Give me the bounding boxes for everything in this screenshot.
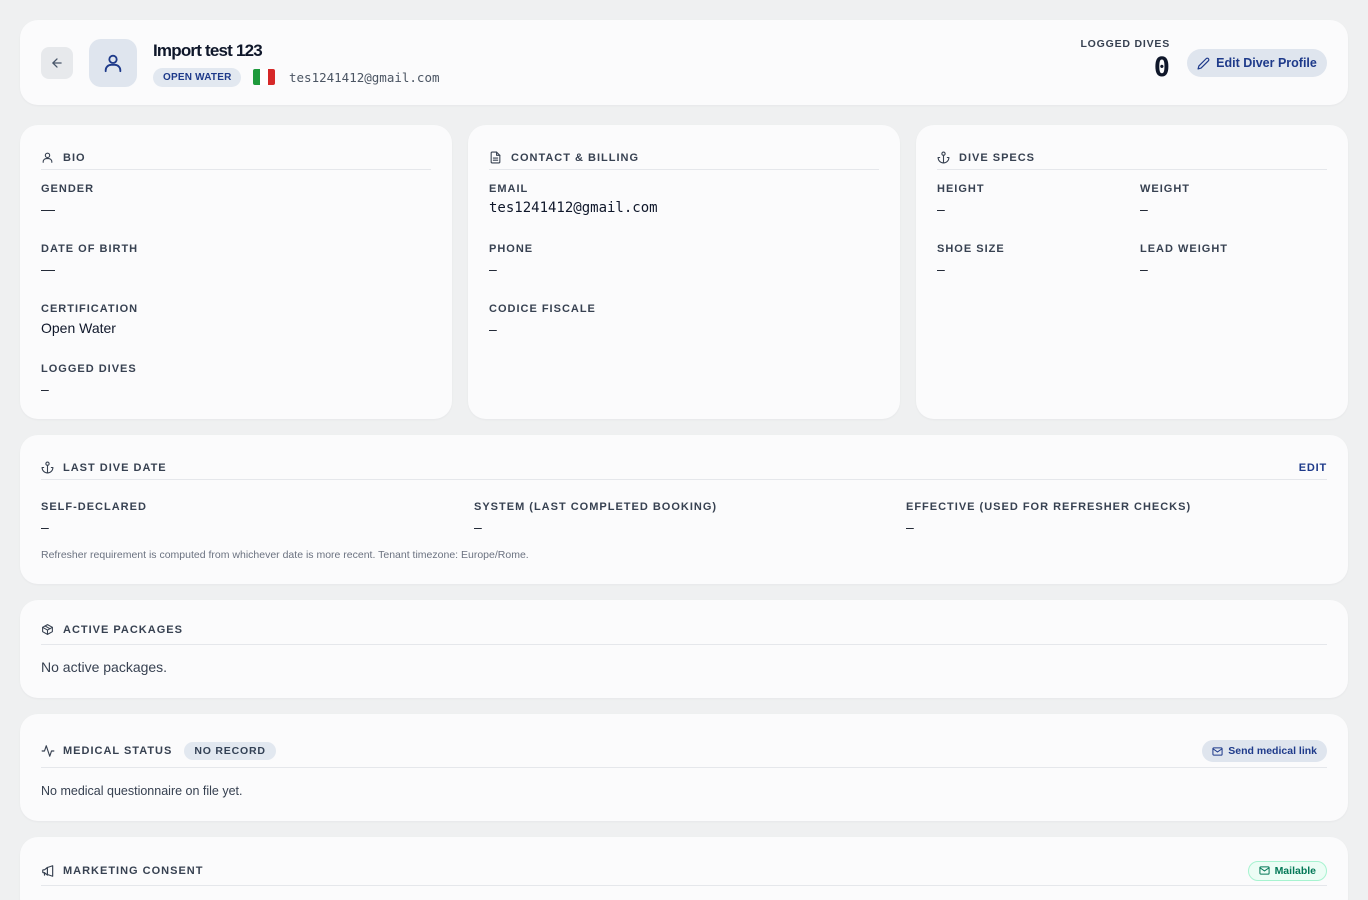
megaphone-icon <box>41 864 55 878</box>
spec-lead-weight: LEAD WEIGHT – <box>1140 243 1228 277</box>
spec-height: HEIGHT – <box>937 183 985 217</box>
bio-dob: DATE OF BIRTH — <box>41 243 139 277</box>
contact-phone: PHONE – <box>489 243 534 277</box>
header-email: tes1241412@gmail.com <box>289 70 440 85</box>
marketing-header: MARKETING CONSENT Mailable <box>41 856 1327 886</box>
mailable-label: Mailable <box>1274 864 1316 877</box>
bio-header: BIO <box>41 146 431 170</box>
arrow-left-icon <box>50 56 64 70</box>
back-button[interactable] <box>41 47 73 79</box>
contact-header: CONTACT & BILLING <box>489 146 879 170</box>
medical-status-badge: NO RECORD <box>184 742 276 760</box>
effective-date: EFFECTIVE (USED FOR REFRESHER CHECKS) – <box>906 501 1192 535</box>
contact-codice-fiscale: CODICE FISCALE – <box>489 303 596 337</box>
bio-card: BIO GENDER — DATE OF BIRTH — CERTIFICATI… <box>20 125 452 419</box>
contact-billing-card: CONTACT & BILLING EMAIL tes1241412@gmail… <box>468 125 900 419</box>
spec-shoe-size: SHOE SIZE – <box>937 243 1005 277</box>
logged-dives-count: 0 <box>1153 52 1170 83</box>
packages-header: ACTIVE PACKAGES <box>41 616 1327 645</box>
activity-icon <box>41 744 55 758</box>
packages-title: ACTIVE PACKAGES <box>63 624 183 636</box>
certification-badge: OPEN WATER <box>153 68 242 87</box>
edit-diver-profile-label: Edit Diver Profile <box>1216 56 1317 70</box>
last-dive-title: LAST DIVE DATE <box>63 461 167 474</box>
system-date: SYSTEM (LAST COMPLETED BOOKING) – <box>474 501 718 535</box>
avatar <box>89 39 137 87</box>
mailable-badge: Mailable <box>1247 860 1327 881</box>
diver-name: Import test 123 <box>153 41 263 60</box>
italy-flag-icon <box>253 69 275 85</box>
profile-header: Import test 123 OPEN WATER tes1241412@gm… <box>20 20 1348 105</box>
pencil-icon <box>1197 57 1210 70</box>
edit-diver-profile-button[interactable]: Edit Diver Profile <box>1187 49 1327 77</box>
document-icon <box>489 151 503 165</box>
logged-dives-label: LOGGED DIVES <box>1080 38 1170 50</box>
medical-empty-text: No medical questionnaire on file yet. <box>41 784 243 798</box>
last-dive-header: LAST DIVE DATE EDIT <box>41 456 1327 480</box>
medical-title: MEDICAL STATUS <box>63 745 173 757</box>
medical-status-card: MEDICAL STATUS NO RECORD Send medical li… <box>20 714 1348 821</box>
medical-header: MEDICAL STATUS NO RECORD Send medical li… <box>41 735 1327 768</box>
send-medical-link-button[interactable]: Send medical link <box>1202 740 1327 762</box>
bio-gender: GENDER — <box>41 183 95 217</box>
bio-title: BIO <box>63 151 86 164</box>
bio-certification: CERTIFICATION Open Water <box>41 303 139 336</box>
specs-title: DIVE SPECS <box>959 151 1036 164</box>
refresher-note: Refresher requirement is computed from w… <box>41 549 529 561</box>
dive-specs-card: DIVE SPECS HEIGHT – WEIGHT – SHOE SIZE –… <box>916 125 1348 419</box>
packages-empty-text: No active packages. <box>41 659 168 675</box>
contact-title: CONTACT & BILLING <box>511 151 640 164</box>
bio-logged-dives: LOGGED DIVES – <box>41 363 137 397</box>
active-packages-card: ACTIVE PACKAGES No active packages. <box>20 600 1348 698</box>
spec-weight: WEIGHT – <box>1140 183 1190 217</box>
last-dive-date-card: LAST DIVE DATE EDIT SELF-DECLARED – SYST… <box>20 435 1348 584</box>
mail-icon <box>1258 865 1270 876</box>
anchor-icon <box>41 461 55 475</box>
mail-icon <box>1212 746 1223 757</box>
package-icon <box>41 623 55 637</box>
marketing-consent-card: MARKETING CONSENT Mailable <box>20 837 1348 900</box>
marketing-title: MARKETING CONSENT <box>63 864 204 877</box>
anchor-icon <box>937 151 951 165</box>
user-icon <box>41 151 55 165</box>
self-declared-date: SELF-DECLARED – <box>41 501 147 535</box>
send-medical-link-label: Send medical link <box>1228 745 1317 757</box>
contact-email: EMAIL tes1241412@gmail.com <box>489 183 658 216</box>
user-icon <box>102 52 124 74</box>
specs-header: DIVE SPECS <box>937 146 1327 170</box>
last-dive-edit-button[interactable]: EDIT <box>1299 462 1327 474</box>
